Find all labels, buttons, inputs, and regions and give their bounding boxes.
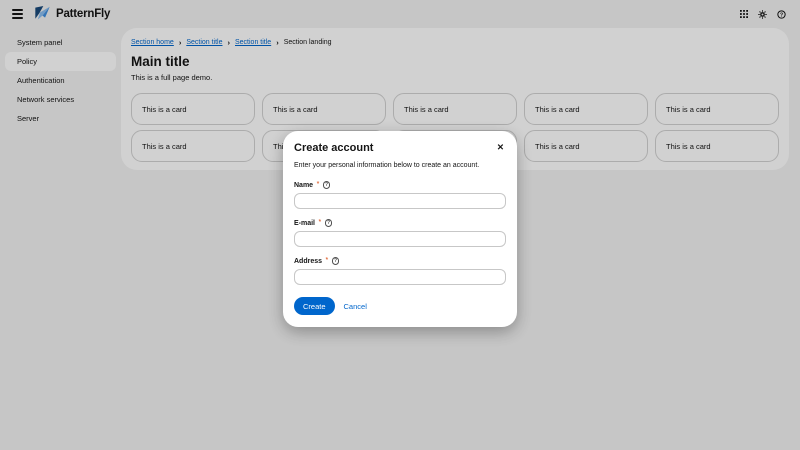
- cancel-button[interactable]: Cancel: [344, 302, 367, 311]
- name-help-icon[interactable]: ?: [323, 181, 331, 189]
- email-input[interactable]: [294, 231, 506, 247]
- name-field-label: Name: [294, 182, 313, 189]
- form-group-name: Name * ?: [294, 181, 506, 209]
- required-asterisk: *: [317, 181, 320, 188]
- modal-footer: Create Cancel: [294, 297, 506, 315]
- create-button[interactable]: Create: [294, 297, 335, 315]
- required-asterisk: *: [326, 257, 329, 264]
- create-account-modal: Create account ✕ Enter your personal inf…: [283, 131, 517, 327]
- form-group-email: E-mail * ?: [294, 219, 506, 247]
- address-input[interactable]: [294, 269, 506, 285]
- modal-description: Enter your personal information below to…: [294, 162, 506, 169]
- address-help-icon[interactable]: ?: [332, 257, 340, 265]
- close-icon[interactable]: ✕: [495, 142, 506, 153]
- form-group-address: Address * ?: [294, 257, 506, 285]
- required-asterisk: *: [319, 219, 322, 226]
- email-field-label: E-mail: [294, 220, 315, 227]
- name-input[interactable]: [294, 193, 506, 209]
- email-help-icon[interactable]: ?: [325, 219, 333, 227]
- modal-title: Create account: [294, 142, 373, 154]
- modal-header: Create account ✕: [294, 142, 506, 154]
- address-field-label: Address: [294, 258, 322, 265]
